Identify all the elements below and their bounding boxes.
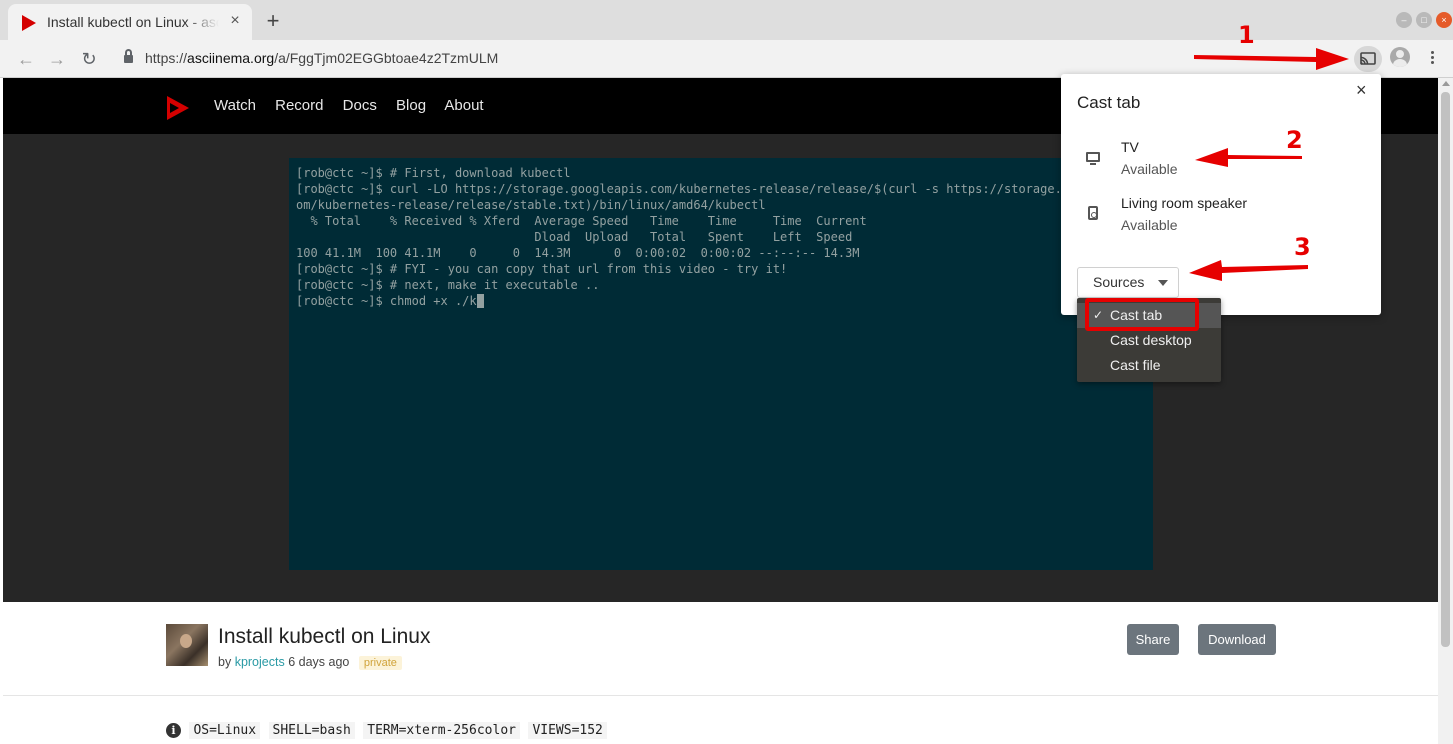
url-path: /a/FggTjm02EGGbtoae4z2TzmULM xyxy=(274,50,499,66)
by-label: by xyxy=(218,655,232,669)
recording-meta: by kprojects 6 days ago private xyxy=(218,655,402,670)
back-button[interactable]: ← xyxy=(14,47,38,71)
terminal-player[interactable]: [rob@ctc ~]$ # First, download kubectl [… xyxy=(289,158,1153,570)
annotation-highlight-box xyxy=(1085,298,1199,331)
scroll-thumb[interactable] xyxy=(1441,92,1450,647)
terminal-line: [rob@ctc ~]$ # FYI - you can copy that u… xyxy=(296,262,788,276)
terminal-line: om/kubernetes-release/release/stable.txt… xyxy=(296,198,766,212)
forward-button[interactable]: → xyxy=(45,47,69,71)
env-views: VIEWS=152 xyxy=(528,722,607,740)
annotation-number-1: 1 xyxy=(1238,21,1255,49)
source-cast-file[interactable]: Cast file xyxy=(1077,353,1221,378)
env-os: OS=Linux xyxy=(189,722,261,740)
nav-about[interactable]: About xyxy=(444,97,483,114)
reload-button[interactable]: ↻ xyxy=(77,47,101,71)
chevron-down-icon xyxy=(1158,280,1168,286)
tv-icon xyxy=(1086,152,1100,165)
tab-close-icon[interactable]: × xyxy=(226,12,244,30)
download-button[interactable]: Download xyxy=(1198,624,1276,655)
browser-menu-icon[interactable] xyxy=(1424,49,1440,67)
terminal-line: 100 41.1M 100 41.1M 0 0 14.3M 0 0:00:02 … xyxy=(296,246,860,260)
env-info: i OS=Linux SHELL=bash TERM=xterm-256colo… xyxy=(166,722,611,740)
env-shell: SHELL=bash xyxy=(268,722,355,740)
env-term: TERM=xterm-256color xyxy=(363,722,520,740)
sink-name: Living room speaker xyxy=(1121,195,1248,211)
nav-watch[interactable]: Watch xyxy=(214,97,256,114)
recording-age: 6 days ago xyxy=(288,655,350,669)
window-maximize-button[interactable]: □ xyxy=(1416,12,1432,28)
window-close-button[interactable]: × xyxy=(1436,12,1452,28)
asciinema-logo[interactable] xyxy=(167,96,189,120)
lock-icon[interactable] xyxy=(124,49,133,64)
author-avatar[interactable] xyxy=(166,624,208,666)
url-scheme: https:// xyxy=(145,50,188,66)
terminal-line: [rob@ctc ~]$ # First, download kubectl xyxy=(296,166,571,180)
window-minimize-button[interactable]: – xyxy=(1396,12,1412,28)
new-tab-button[interactable]: + xyxy=(262,10,284,32)
tab-strip: Install kubectl on Linux - asciinema × +… xyxy=(0,0,1453,40)
browser-toolbar: ← → ↻ https://asciinema.org/a/FggTjm02EG… xyxy=(0,40,1453,78)
divider xyxy=(3,695,1438,696)
speaker-icon xyxy=(1088,206,1098,220)
annotation-number-3: 3 xyxy=(1294,233,1311,261)
scroll-up-icon[interactable] xyxy=(1442,81,1450,86)
terminal-line: [rob@ctc ~]$ curl -LO https://storage.go… xyxy=(296,182,1149,196)
author-link[interactable]: kprojects xyxy=(235,655,285,669)
nav-docs[interactable]: Docs xyxy=(343,97,377,114)
site-nav: Watch Record Docs Blog About xyxy=(214,97,499,114)
info-icon: i xyxy=(166,723,181,739)
tab-title: Install kubectl on Linux - asciinema xyxy=(47,14,219,30)
sink-status: Available xyxy=(1121,161,1178,177)
annotation-number-2: 2 xyxy=(1286,126,1303,154)
address-bar[interactable]: https://asciinema.org/a/FggTjm02EGGbtoae… xyxy=(145,50,498,66)
cast-icon xyxy=(1360,52,1376,65)
sink-name: TV xyxy=(1121,139,1139,155)
recording-info: Install kubectl on Linux by kprojects 6 … xyxy=(3,602,1438,744)
nav-blog[interactable]: Blog xyxy=(396,97,426,114)
terminal-line: [rob@ctc ~]$ chmod +x ./k xyxy=(296,293,1153,309)
recording-title: Install kubectl on Linux xyxy=(218,625,431,648)
sources-dropdown[interactable]: Sources xyxy=(1077,267,1179,298)
terminal-line: Dload Upload Total Spent Left Speed xyxy=(296,230,853,244)
nav-record[interactable]: Record xyxy=(275,97,323,114)
sources-label: Sources xyxy=(1093,274,1145,290)
page-scrollbar[interactable] xyxy=(1438,78,1453,744)
browser-tab[interactable]: Install kubectl on Linux - asciinema × xyxy=(8,4,252,40)
cast-sink-speaker[interactable]: Living room speaker Available xyxy=(1061,192,1381,242)
source-label: Cast desktop xyxy=(1110,332,1192,348)
private-badge: private xyxy=(358,656,402,670)
terminal-last-command: [rob@ctc ~]$ chmod +x ./k xyxy=(296,294,477,308)
terminal-cursor xyxy=(476,294,484,308)
asciinema-favicon-icon xyxy=(22,15,36,31)
cast-toolbar-button[interactable] xyxy=(1354,46,1382,72)
profile-avatar-icon[interactable] xyxy=(1390,47,1410,67)
close-icon[interactable]: × xyxy=(1356,80,1367,101)
url-host: asciinema.org xyxy=(187,50,275,66)
sink-status: Available xyxy=(1121,217,1178,233)
cast-sink-tv[interactable]: TV Available xyxy=(1061,136,1381,186)
source-label: Cast file xyxy=(1110,357,1161,373)
cast-dialog-title: Cast tab xyxy=(1077,93,1141,112)
cast-dialog: Cast tab × TV Available Living room spea… xyxy=(1061,74,1381,315)
terminal-line: % Total % Received % Xferd Average Speed… xyxy=(296,214,867,228)
terminal-line: [rob@ctc ~]$ # next, make it executable … xyxy=(296,278,600,292)
source-cast-desktop[interactable]: Cast desktop xyxy=(1077,328,1221,353)
share-button[interactable]: Share xyxy=(1127,624,1179,655)
